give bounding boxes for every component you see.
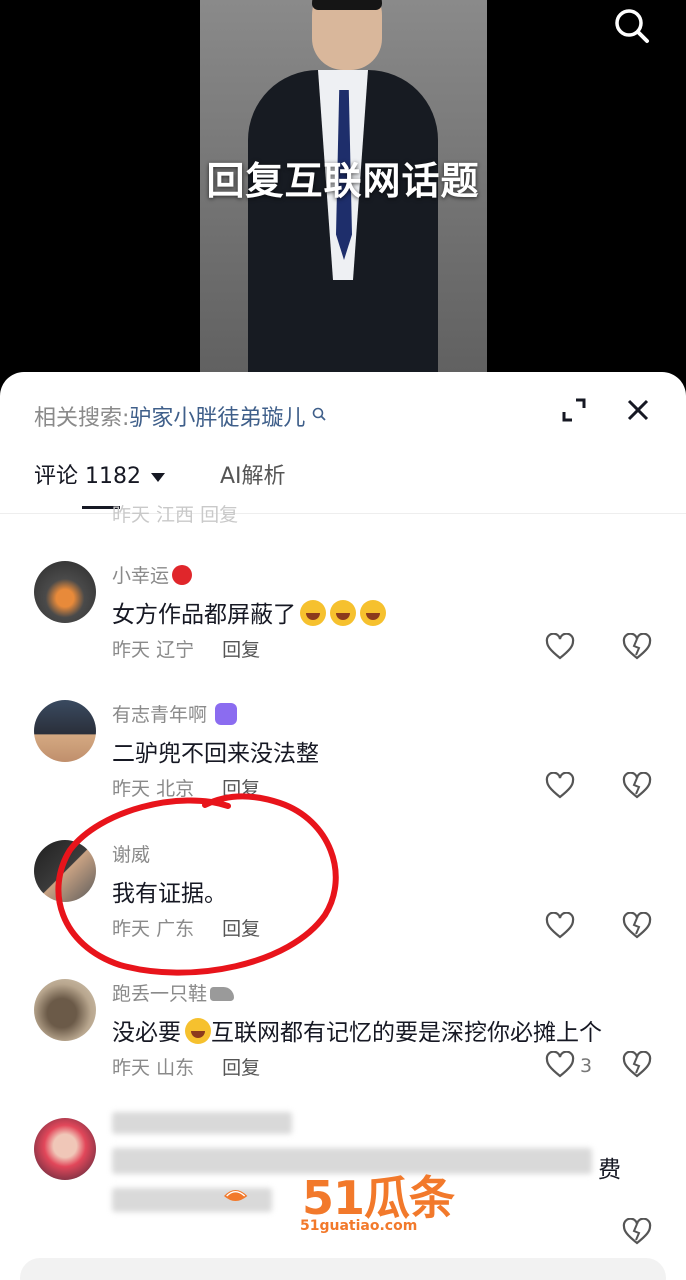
avatar[interactable] (34, 1118, 96, 1180)
comment-author[interactable]: 谢威 (112, 840, 150, 867)
chevron-down-icon[interactable] (150, 472, 165, 482)
comment-meta-cut: 昨天 江西 回复 (112, 504, 239, 526)
comment-author[interactable]: 有志青年啊 (112, 700, 238, 727)
broken-heart-icon[interactable] (622, 1051, 652, 1079)
broken-heart-icon[interactable] (622, 633, 652, 661)
divider (0, 513, 686, 514)
expand-icon[interactable] (560, 396, 588, 424)
heart-icon[interactable] (545, 912, 575, 940)
blurred-name (112, 1112, 292, 1134)
like-count: 3 (580, 1055, 593, 1077)
level-badge-icon (215, 703, 238, 725)
broken-heart-icon[interactable] (622, 912, 652, 940)
comment-item: 小幸运 女方作品都屏蔽了 昨天 辽宁 回复 (0, 561, 686, 691)
comment-item: 谢威 我有证据。 昨天 广东 回复 (0, 840, 686, 970)
comment-item: 跑丢一只鞋 没必要 互联网都有记忆的要是深挖你必摊上个 昨天 山东 回复 3 (0, 979, 686, 1109)
reply-button[interactable]: 回复 (222, 918, 260, 940)
comment-text-tail: 费 (598, 1157, 621, 1183)
crying-laugh-emoji-icon (360, 600, 386, 626)
reply-button[interactable]: 回复 (222, 1057, 260, 1079)
tab-ai-analysis[interactable]: AI解析 (220, 458, 286, 490)
comment-meta: 昨天 北京 回复 (112, 778, 261, 800)
tab-comments-label: 评论 1182 (34, 464, 141, 489)
comment-item: 有志青年啊 二驴兜不回来没法整 昨天 北京 回复 (0, 700, 686, 830)
avatar[interactable] (34, 700, 96, 762)
reply-button[interactable]: 回复 (222, 639, 260, 661)
comment-sheet: 相关搜索:驴家小胖徒弟璇儿 评论 1182 AI解析 昨天 江西 回复 小幸运 … (0, 372, 686, 1280)
shoe-emoji-icon (210, 987, 235, 1001)
comment-author[interactable]: 跑丢一只鞋 (112, 979, 235, 1006)
comment-input[interactable] (20, 1258, 666, 1280)
heart-icon[interactable] (545, 772, 575, 800)
comment-meta: 昨天 辽宁 回复 (112, 639, 261, 661)
reply-button[interactable]: 回复 (222, 778, 260, 800)
avatar[interactable] (34, 840, 96, 902)
comment-text: 没必要 互联网都有记忆的要是深挖你必摊上个 (112, 1018, 602, 1046)
comment-text: 我有证据。 (112, 881, 227, 907)
crying-laugh-emoji-icon (330, 600, 356, 626)
watermark-domain: 51guatiao.com (300, 1218, 418, 1234)
crying-laugh-emoji-icon (300, 600, 326, 626)
heart-icon[interactable] (545, 633, 575, 661)
comment-meta: 昨天 广东 回复 (112, 918, 261, 940)
watermark-logo-icon (224, 1190, 248, 1201)
apple-emoji-icon (172, 565, 193, 585)
avatar[interactable] (34, 561, 96, 623)
broken-heart-icon[interactable] (622, 1218, 652, 1246)
comment-meta: 昨天 山东 回复 (112, 1057, 261, 1079)
heart-icon[interactable] (545, 1051, 575, 1079)
close-icon[interactable] (624, 396, 652, 424)
crying-laugh-emoji-icon (185, 1018, 211, 1044)
tab-comments[interactable]: 评论 1182 (34, 458, 165, 490)
related-search[interactable]: 相关搜索:驴家小胖徒弟璇儿 (34, 400, 327, 432)
video-title: 回复互联网话题 (206, 159, 480, 203)
broken-heart-icon[interactable] (622, 772, 652, 800)
comment-text: 二驴兜不回来没法整 (112, 741, 319, 767)
comment-author[interactable]: 小幸运 (112, 561, 193, 588)
avatar[interactable] (34, 979, 96, 1041)
comment-text: 女方作品都屏蔽了 (112, 595, 386, 629)
related-search-label: 相关搜索: (34, 406, 130, 431)
related-search-keyword[interactable]: 驴家小胖徒弟璇儿 (129, 406, 305, 431)
search-icon[interactable] (612, 6, 652, 46)
video-player[interactable]: 回复互联网话题 (0, 0, 686, 400)
search-icon (313, 407, 327, 421)
